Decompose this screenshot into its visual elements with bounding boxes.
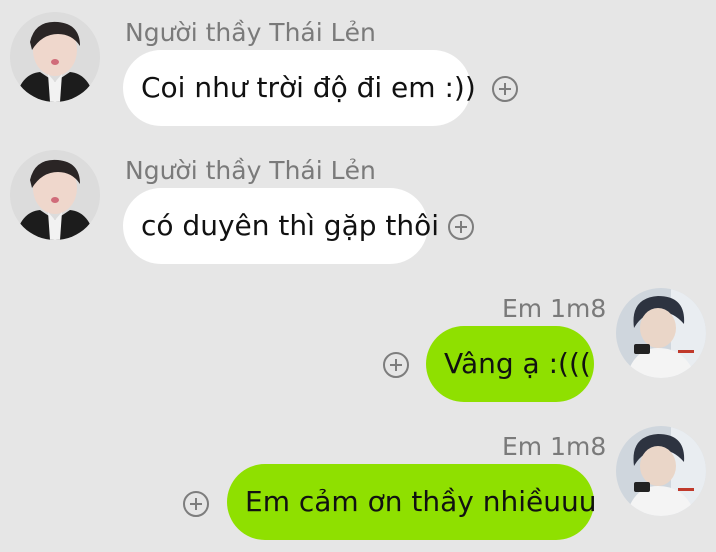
avatar[interactable] (616, 426, 706, 516)
add-reaction-icon[interactable] (383, 352, 409, 378)
avatar[interactable] (616, 288, 706, 378)
message-incoming: Người thầy Thái Lẻn Coi như trời độ đi e… (0, 0, 716, 140)
sender-name: Em 1m8 (502, 432, 607, 461)
avatar-student-icon (616, 288, 706, 378)
message-bubble[interactable]: có duyên thì gặp thôi (123, 188, 439, 264)
avatar-student-icon (616, 426, 706, 516)
avatar-teacher-icon (10, 12, 100, 102)
add-reaction-icon[interactable] (448, 214, 474, 240)
add-reaction-icon[interactable] (492, 76, 518, 102)
sender-name: Em 1m8 (502, 294, 607, 323)
message-bubble[interactable]: Vâng ạ :((( (426, 326, 594, 402)
message-bubble[interactable]: Coi như trời độ đi em :)) (123, 50, 476, 126)
avatar[interactable] (10, 12, 100, 102)
message-outgoing: Em 1m8 Vâng ạ :((( (0, 280, 716, 415)
add-reaction-icon[interactable] (183, 491, 209, 517)
message-bubble[interactable]: Em cảm ơn thầy nhiềuuu (227, 464, 596, 540)
avatar[interactable] (10, 150, 100, 240)
message-outgoing: Em 1m8 Em cảm ơn thầy nhiềuuu (0, 415, 716, 552)
message-incoming: Người thầy Thái Lẻn có duyên thì gặp thô… (0, 140, 716, 280)
sender-name: Người thầy Thái Lẻn (125, 18, 376, 47)
avatar-teacher-icon (10, 150, 100, 240)
sender-name: Người thầy Thái Lẻn (125, 156, 376, 185)
